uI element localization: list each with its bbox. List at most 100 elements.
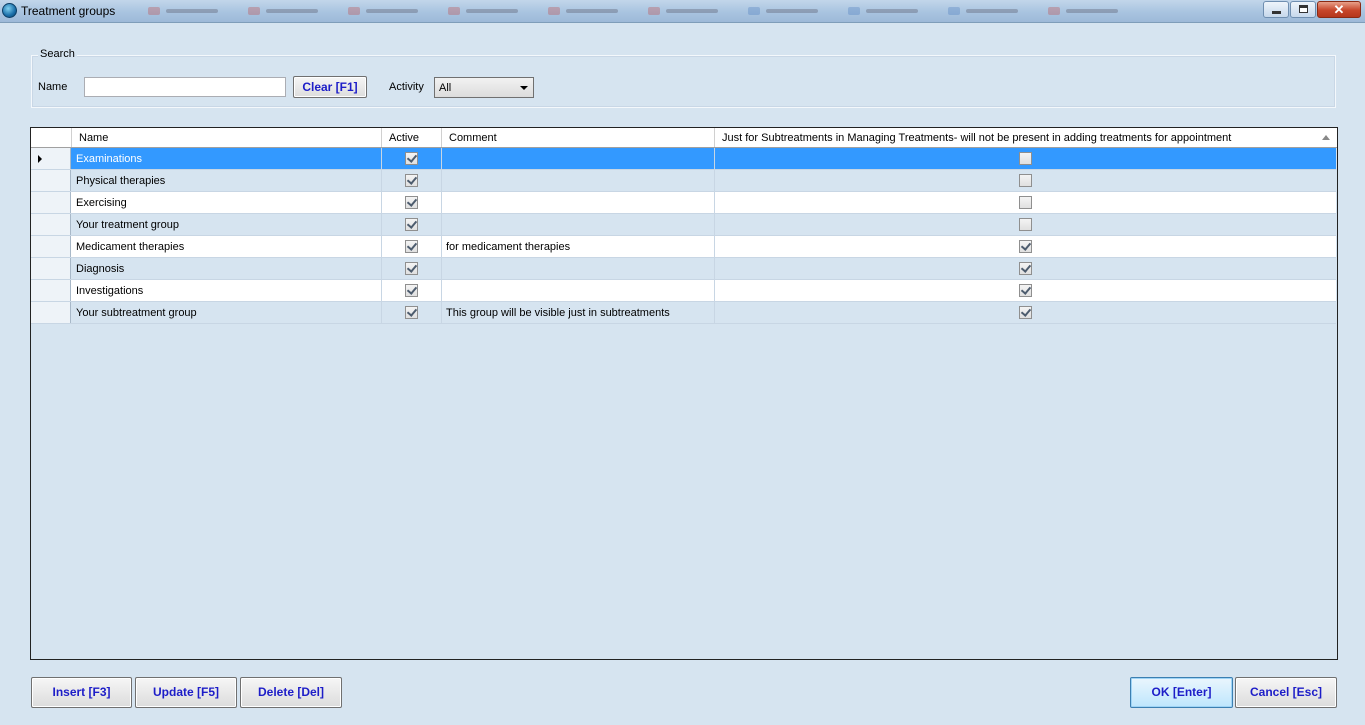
active-checkbox[interactable]: [405, 196, 418, 209]
column-header-name[interactable]: Name: [72, 128, 382, 147]
close-button[interactable]: ✕: [1317, 1, 1361, 18]
minimize-button[interactable]: [1263, 1, 1289, 18]
cell-active[interactable]: [382, 258, 442, 279]
faded-tab: [540, 4, 640, 18]
insert-button[interactable]: Insert [F3]: [31, 677, 132, 708]
ok-button[interactable]: OK [Enter]: [1130, 677, 1233, 708]
faded-tab: [740, 4, 840, 18]
active-checkbox[interactable]: [405, 240, 418, 253]
table-row[interactable]: Examinations: [31, 148, 1336, 170]
active-checkbox[interactable]: [405, 174, 418, 187]
faded-tab: [1040, 4, 1140, 18]
subtreatments-only-checkbox[interactable]: [1019, 196, 1032, 209]
cell-active[interactable]: [382, 236, 442, 257]
table-row[interactable]: Physical therapies: [31, 170, 1336, 192]
cell-name[interactable]: Exercising: [72, 192, 382, 213]
row-selector[interactable]: [31, 214, 71, 235]
update-button[interactable]: Update [F5]: [135, 677, 237, 708]
table-row[interactable]: Investigations: [31, 280, 1336, 302]
clear-button[interactable]: Clear [F1]: [293, 76, 367, 98]
delete-button[interactable]: Delete [Del]: [240, 677, 342, 708]
subtreatments-only-checkbox[interactable]: [1019, 218, 1032, 231]
cell-comment[interactable]: [442, 258, 715, 279]
subtreatments-only-checkbox[interactable]: [1019, 240, 1032, 253]
cell-name[interactable]: Medicament therapies: [72, 236, 382, 257]
subtreatments-only-checkbox[interactable]: [1019, 152, 1032, 165]
row-header-corner: [31, 128, 72, 147]
row-selector[interactable]: [31, 302, 71, 323]
row-selector[interactable]: [31, 258, 71, 279]
cell-name[interactable]: Investigations: [72, 280, 382, 301]
cell-comment[interactable]: for medicament therapies: [442, 236, 715, 257]
column-header-subtreatments-only[interactable]: Just for Subtreatments in Managing Treat…: [715, 128, 1336, 147]
faded-tab: [840, 4, 940, 18]
faded-tab: [140, 4, 240, 18]
cell-comment[interactable]: [442, 280, 715, 301]
window-controls: ✕: [1262, 1, 1361, 18]
cell-active[interactable]: [382, 280, 442, 301]
window-title: Treatment groups: [21, 4, 116, 18]
cell-name[interactable]: Physical therapies: [72, 170, 382, 191]
cell-comment[interactable]: This group will be visible just in subtr…: [442, 302, 715, 323]
activity-select[interactable]: All: [434, 77, 534, 98]
cancel-button[interactable]: Cancel [Esc]: [1235, 677, 1337, 708]
cell-name[interactable]: Examinations: [72, 148, 382, 169]
minimize-icon: [1272, 11, 1281, 14]
row-selector[interactable]: [31, 148, 71, 169]
cell-active[interactable]: [382, 302, 442, 323]
table-row[interactable]: Your treatment group: [31, 214, 1336, 236]
sort-ascending-icon: [1322, 135, 1330, 140]
active-checkbox[interactable]: [405, 284, 418, 297]
column-header-active[interactable]: Active: [382, 128, 442, 147]
table-row[interactable]: Medicament therapies for medicament thera…: [31, 236, 1336, 258]
column-header-comment[interactable]: Comment: [442, 128, 715, 147]
cell-active[interactable]: [382, 170, 442, 191]
cell-active[interactable]: [382, 214, 442, 235]
faded-tab: [240, 4, 340, 18]
subtreatments-only-checkbox[interactable]: [1019, 262, 1032, 275]
cell-subtreatments-only[interactable]: [715, 236, 1336, 257]
cell-subtreatments-only[interactable]: [715, 170, 1336, 191]
active-checkbox[interactable]: [405, 218, 418, 231]
row-selector[interactable]: [31, 236, 71, 257]
row-selector[interactable]: [31, 170, 71, 191]
cell-comment[interactable]: [442, 214, 715, 235]
cell-subtreatments-only[interactable]: [715, 214, 1336, 235]
active-checkbox[interactable]: [405, 306, 418, 319]
active-checkbox[interactable]: [405, 152, 418, 165]
subtreatments-only-checkbox[interactable]: [1019, 306, 1032, 319]
maximize-icon: [1299, 5, 1308, 13]
maximize-button[interactable]: [1290, 1, 1316, 18]
cell-active[interactable]: [382, 192, 442, 213]
cell-comment[interactable]: [442, 192, 715, 213]
cell-name[interactable]: Your subtreatment group: [72, 302, 382, 323]
current-row-pointer-icon: [38, 155, 42, 163]
cell-comment[interactable]: [442, 170, 715, 191]
cell-subtreatments-only[interactable]: [715, 192, 1336, 213]
subtreatments-only-checkbox[interactable]: [1019, 284, 1032, 297]
cell-name[interactable]: Diagnosis: [72, 258, 382, 279]
title-bar: Treatment groups ✕: [0, 0, 1365, 23]
table-row[interactable]: Exercising: [31, 192, 1336, 214]
name-label: Name: [38, 81, 68, 93]
cell-comment[interactable]: [442, 148, 715, 169]
table-row[interactable]: Diagnosis: [31, 258, 1336, 280]
faded-tab: [440, 4, 540, 18]
subtreatments-only-checkbox[interactable]: [1019, 174, 1032, 187]
active-checkbox[interactable]: [405, 262, 418, 275]
cell-subtreatments-only[interactable]: [715, 258, 1336, 279]
name-search-input[interactable]: [84, 77, 286, 97]
table-row[interactable]: Your subtreatment group This group will b…: [31, 302, 1336, 324]
row-selector[interactable]: [31, 192, 71, 213]
faded-tab: [940, 4, 1040, 18]
treatment-groups-grid[interactable]: Name Active Comment Just for Subtreatmen…: [30, 127, 1338, 660]
cell-name[interactable]: Your treatment group: [72, 214, 382, 235]
cell-subtreatments-only[interactable]: [715, 148, 1336, 169]
row-selector[interactable]: [31, 280, 71, 301]
cell-active[interactable]: [382, 148, 442, 169]
faded-tab: [640, 4, 740, 18]
cell-subtreatments-only[interactable]: [715, 302, 1336, 323]
cell-subtreatments-only[interactable]: [715, 280, 1336, 301]
close-icon: ✕: [1333, 2, 1345, 17]
activity-selected-value: All: [439, 82, 452, 94]
